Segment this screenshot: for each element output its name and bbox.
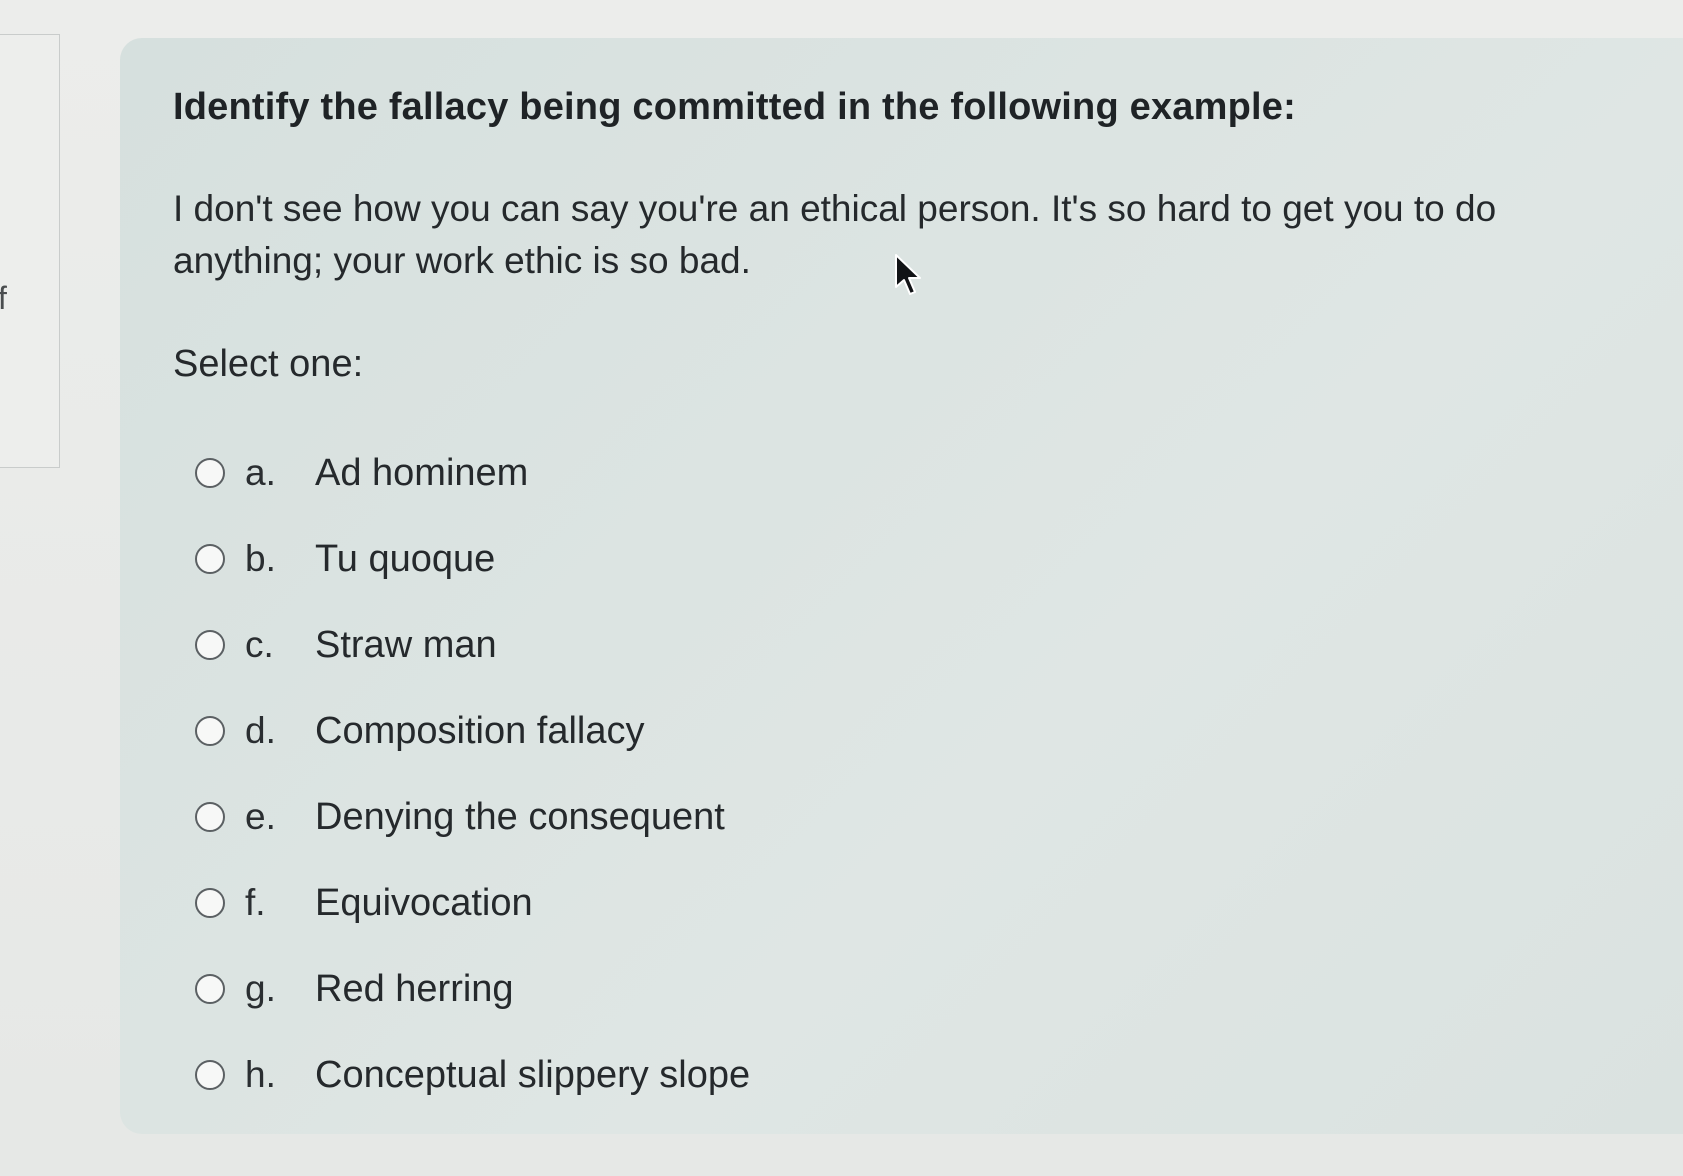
answer-option-g[interactable]: g. Red herring [195, 946, 750, 1032]
option-label[interactable]: Conceptual slippery slope [315, 1054, 750, 1097]
option-letter: a. [245, 452, 276, 493]
radio-unchecked-icon[interactable] [195, 716, 225, 746]
option-letter: g. [245, 968, 276, 1009]
answer-option-e[interactable]: e. Denying the consequent [195, 774, 750, 860]
option-label[interactable]: Ad hominem [315, 452, 528, 495]
option-letter: c. [245, 624, 274, 665]
option-label[interactable]: Tu quoque [315, 538, 495, 581]
option-letter: f. [245, 882, 266, 923]
sidebar-letter: f [0, 280, 7, 316]
answer-option-d[interactable]: d. Composition fallacy [195, 688, 750, 774]
page: f Identify the fallacy being committed i… [0, 0, 1683, 1176]
question-title: Identify the fallacy being committed in … [173, 86, 1296, 128]
option-letter: b. [245, 538, 276, 579]
radio-unchecked-icon[interactable] [195, 974, 225, 1004]
answer-option-b[interactable]: b. Tu quoque [195, 516, 750, 602]
option-letter: d. [245, 710, 276, 751]
radio-unchecked-icon[interactable] [195, 458, 225, 488]
radio-unchecked-icon[interactable] [195, 1060, 225, 1090]
radio-unchecked-icon[interactable] [195, 802, 225, 832]
mouse-pointer-icon [895, 254, 921, 295]
previous-question-panel: f [0, 34, 60, 468]
answer-option-a[interactable]: a. Ad hominem [195, 430, 750, 516]
select-one-label: Select one: [173, 343, 364, 385]
radio-unchecked-icon[interactable] [195, 630, 225, 660]
radio-unchecked-icon[interactable] [195, 888, 225, 918]
answer-options: a. Ad hominem b. Tu quoque c. Straw man … [195, 430, 750, 1118]
option-label[interactable]: Denying the consequent [315, 796, 725, 839]
answer-option-c[interactable]: c. Straw man [195, 602, 750, 688]
option-letter: e. [245, 796, 276, 837]
answer-option-f[interactable]: f. Equivocation [195, 860, 750, 946]
option-label[interactable]: Composition fallacy [315, 710, 644, 753]
option-label[interactable]: Straw man [315, 624, 497, 667]
option-label[interactable]: Red herring [315, 968, 514, 1011]
answer-option-h[interactable]: h. Conceptual slippery slope [195, 1032, 750, 1118]
option-letter: h. [245, 1054, 276, 1095]
question-card: Identify the fallacy being committed in … [120, 38, 1683, 1134]
option-label[interactable]: Equivocation [315, 882, 533, 925]
radio-unchecked-icon[interactable] [195, 544, 225, 574]
